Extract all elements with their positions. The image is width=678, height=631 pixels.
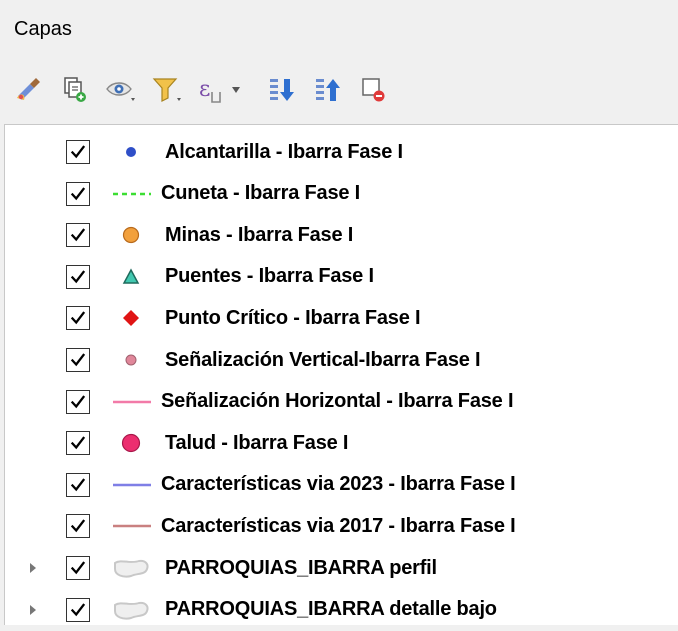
visibility-icon <box>104 74 138 104</box>
layer-row[interactable]: Minas - Ibarra Fase I <box>5 214 678 256</box>
triangle-symbol-icon <box>109 265 153 289</box>
expand-arrow-icon[interactable] <box>27 561 39 575</box>
layer-row[interactable]: Alcantarilla - Ibarra Fase I <box>5 131 678 173</box>
add-group-button[interactable] <box>58 69 92 109</box>
layer-row[interactable]: Características via 2023 - Ibarra Fase I <box>5 464 678 506</box>
layer-row[interactable]: Talud - Ibarra Fase I <box>5 422 678 464</box>
layer-name: Cuneta - Ibarra Fase I <box>161 182 360 205</box>
layers-toolbar: ε <box>12 66 402 112</box>
layer-tree[interactable]: Alcantarilla - Ibarra Fase I Cuneta - Iba… <box>4 124 678 625</box>
layer-name: Talud - Ibarra Fase I <box>165 431 349 454</box>
filter-button[interactable] <box>150 69 184 109</box>
layer-visibility-checkbox[interactable] <box>66 389 90 414</box>
polygon-symbol-icon <box>109 598 153 622</box>
layer-row[interactable]: Punto Crítico - Ibarra Fase I <box>5 297 678 339</box>
layer-row[interactable]: Señalización Horizontal - Ibarra Fase I <box>5 381 678 423</box>
remove-layer-icon <box>358 74 388 104</box>
layer-name: Alcantarilla - Ibarra Fase I <box>165 140 403 163</box>
diamond-symbol-icon <box>109 306 153 330</box>
collapse-all-button[interactable] <box>310 69 344 109</box>
visibility-button[interactable] <box>104 69 138 109</box>
layer-name: Señalización Vertical-Ibarra Fase I <box>165 348 481 371</box>
layer-row[interactable]: Puentes - Ibarra Fase I <box>5 256 678 298</box>
layer-name: Señalización Horizontal - Ibarra Fase I <box>161 390 514 413</box>
layer-name: Punto Crítico - Ibarra Fase I <box>165 306 421 329</box>
layer-name: Minas - Ibarra Fase I <box>165 223 354 246</box>
remove-layer-button[interactable] <box>356 69 390 109</box>
layer-visibility-checkbox[interactable] <box>66 514 90 539</box>
expand-arrow-icon[interactable] <box>27 603 39 617</box>
layer-visibility-checkbox[interactable] <box>66 181 90 206</box>
layer-visibility-checkbox[interactable] <box>66 597 90 622</box>
layer-visibility-checkbox[interactable] <box>66 431 90 456</box>
layer-visibility-checkbox[interactable] <box>66 556 90 580</box>
layer-row[interactable]: Señalización Vertical-Ibarra Fase I <box>5 339 678 381</box>
layer-visibility-checkbox[interactable] <box>66 306 90 331</box>
style-manager-icon <box>14 74 44 104</box>
expression-filter-button[interactable]: ε <box>196 69 252 109</box>
expand-all-button[interactable] <box>264 69 298 109</box>
polygon-symbol-icon <box>109 556 153 580</box>
filter-icon <box>150 74 184 104</box>
layer-row[interactable]: PARROQUIAS_IBARRA perfil <box>5 547 678 589</box>
panel-title: Capas <box>14 18 72 40</box>
line-symbol-icon <box>109 473 153 497</box>
layer-name: PARROQUIAS_IBARRA detalle bajo <box>165 598 497 621</box>
layer-visibility-checkbox[interactable] <box>66 348 90 372</box>
layer-visibility-checkbox[interactable] <box>66 223 90 248</box>
layer-visibility-checkbox[interactable] <box>66 264 90 289</box>
svg-text:ε: ε <box>199 77 210 102</box>
line-symbol-icon <box>109 514 153 538</box>
expression-filter-icon: ε <box>196 74 252 104</box>
layer-name: Características via 2017 - Ibarra Fase I <box>161 514 516 537</box>
line-symbol-icon <box>109 182 153 206</box>
point-symbol-icon <box>109 348 153 372</box>
layer-row[interactable]: Cuneta - Ibarra Fase I <box>5 173 678 215</box>
layer-row[interactable]: PARROQUIAS_IBARRA detalle bajo <box>5 589 678 631</box>
layer-name: Puentes - Ibarra Fase I <box>165 265 374 288</box>
layer-visibility-checkbox[interactable] <box>66 140 90 164</box>
layer-name: PARROQUIAS_IBARRA perfil <box>165 556 437 579</box>
line-symbol-icon <box>109 390 153 414</box>
point-symbol-icon <box>109 431 153 455</box>
collapse-all-icon <box>312 74 342 104</box>
point-symbol-icon <box>109 140 153 164</box>
point-symbol-icon <box>109 223 153 247</box>
style-manager-button[interactable] <box>12 69 46 109</box>
layer-name: Características via 2023 - Ibarra Fase I <box>161 473 516 496</box>
layer-visibility-checkbox[interactable] <box>66 472 90 497</box>
add-group-icon <box>60 74 90 104</box>
expand-all-icon <box>266 74 296 104</box>
layer-row[interactable]: Características via 2017 - Ibarra Fase I <box>5 505 678 547</box>
